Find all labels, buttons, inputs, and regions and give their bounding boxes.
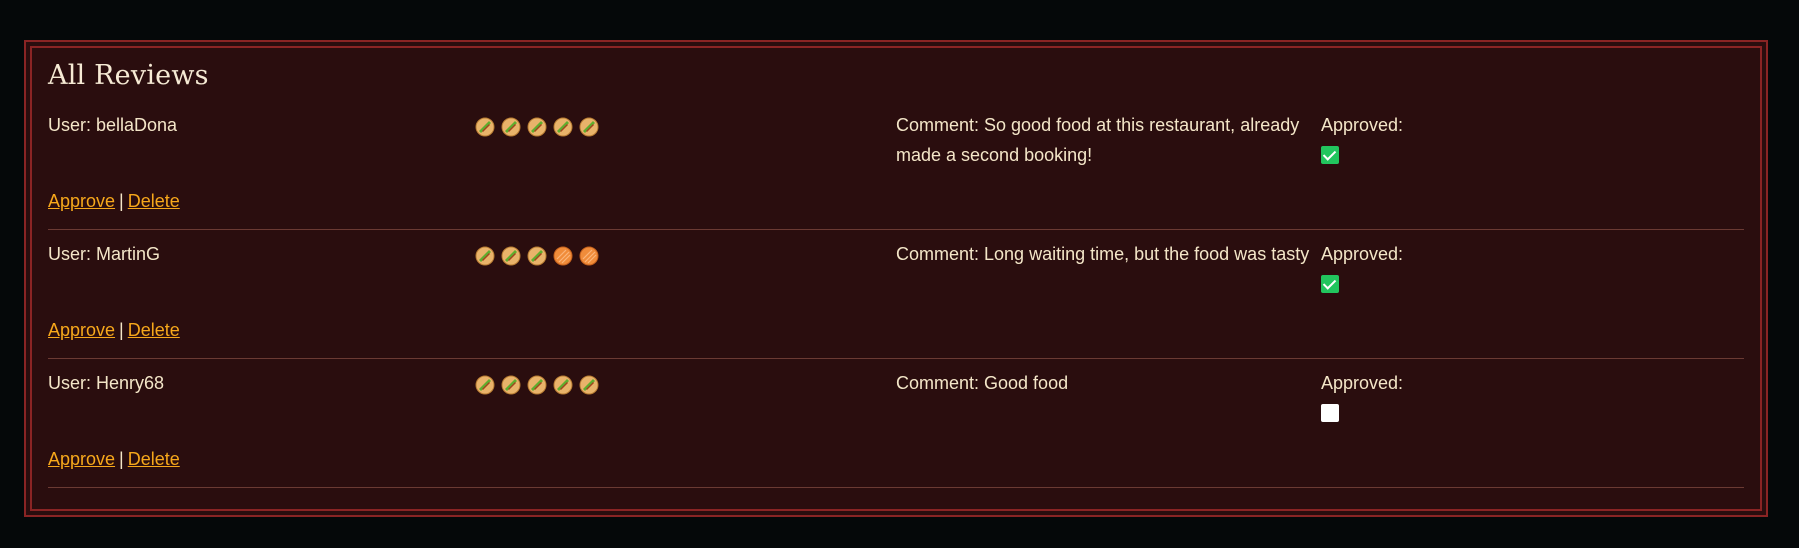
review-user: User: Henry68 (48, 373, 165, 393)
review-approved: Approved: (1321, 110, 1521, 164)
action-separator: | (119, 449, 124, 469)
review-rating (475, 117, 599, 137)
taco-filled-icon (527, 117, 547, 137)
taco-filled-icon (527, 375, 547, 395)
review-rating (475, 246, 599, 266)
taco-filled-icon (553, 117, 573, 137)
review-user: User: MartinG (48, 244, 161, 264)
review-row: User: MartinG Comment: Long waiting time… (48, 229, 1744, 359)
approve-link[interactable]: Approve (48, 320, 115, 340)
approved-checkbox[interactable] (1321, 146, 1339, 164)
review-row: User: Henry68 Comment: Good food Approve… (48, 358, 1744, 488)
action-separator: | (119, 320, 124, 340)
review-actions: Approve | Delete (48, 317, 180, 343)
action-separator: | (119, 191, 124, 211)
taco-filled-icon (579, 375, 599, 395)
taco-empty-icon (579, 246, 599, 266)
taco-filled-icon (501, 117, 521, 137)
approve-link[interactable]: Approve (48, 449, 115, 469)
review-actions: Approve | Delete (48, 446, 180, 472)
approved-label: Approved: (1321, 115, 1404, 135)
taco-filled-icon (579, 117, 599, 137)
taco-filled-icon (501, 246, 521, 266)
review-approved: Approved: (1321, 368, 1521, 422)
taco-filled-icon (475, 375, 495, 395)
delete-link[interactable]: Delete (128, 191, 180, 211)
taco-filled-icon (553, 375, 573, 395)
taco-empty-icon (553, 246, 573, 266)
review-actions: Approve | Delete (48, 188, 180, 214)
review-rating (475, 375, 599, 395)
approved-checkbox[interactable] (1321, 404, 1339, 422)
page-title: All Reviews (48, 60, 209, 91)
taco-filled-icon (527, 246, 547, 266)
review-comment: Comment: So good food at this restaurant… (896, 115, 1300, 165)
taco-filled-icon (501, 375, 521, 395)
taco-filled-icon (475, 117, 495, 137)
review-row: User: bellaDona Comment: So good food at… (48, 100, 1744, 230)
review-comment: Comment: Good food (896, 373, 1069, 393)
approve-link[interactable]: Approve (48, 191, 115, 211)
approved-checkbox[interactable] (1321, 275, 1339, 293)
taco-filled-icon (475, 246, 495, 266)
review-comment: Comment: Long waiting time, but the food… (896, 244, 1310, 264)
review-approved: Approved: (1321, 239, 1521, 293)
reviews-panel: All Reviews User: bellaDona Comment: So … (24, 40, 1768, 517)
approved-label: Approved: (1321, 373, 1404, 393)
delete-link[interactable]: Delete (128, 320, 180, 340)
review-user: User: bellaDona (48, 115, 178, 135)
delete-link[interactable]: Delete (128, 449, 180, 469)
approved-label: Approved: (1321, 244, 1404, 264)
